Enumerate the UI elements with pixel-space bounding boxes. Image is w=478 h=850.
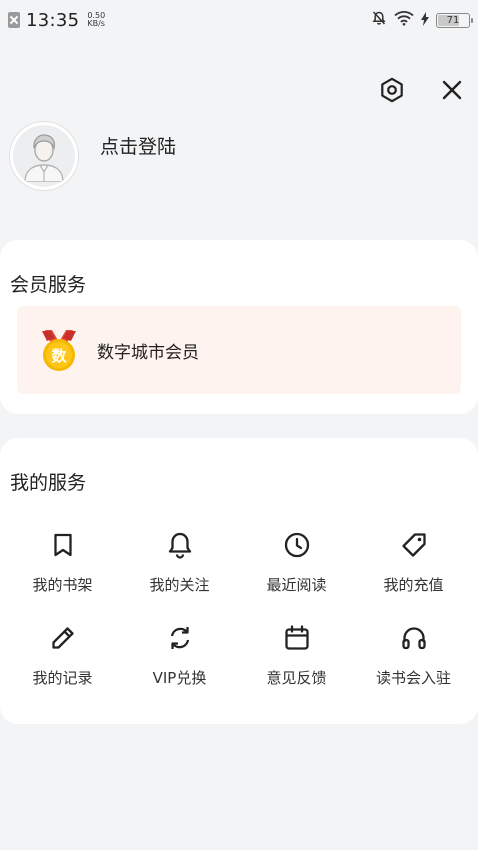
service-label: 我的记录 [32,669,93,687]
avatar[interactable] [10,122,78,190]
status-bar: 13:35 0.50 KB/s 71 [0,0,478,40]
status-bar-left: 13:35 0.50 KB/s [8,10,105,31]
bookmark-icon [48,530,78,560]
service-label: 读书会入驻 [375,669,451,687]
close-icon [442,80,462,100]
top-actions [376,74,468,106]
login-prompt[interactable]: 点击登陆 [100,132,176,159]
bell-icon [165,530,195,560]
service-label: 我的充值 [383,576,444,594]
service-label: 我的书架 [32,576,93,594]
vip-medal-icon: 数 [42,330,76,371]
service-label: 最近阅读 [266,576,327,594]
battery-icon: 71 [436,12,473,28]
user-avatar-icon [24,134,64,182]
profile-section[interactable]: 点击登陆 [10,122,176,190]
tag-icon [399,530,429,560]
service-item-follow[interactable]: 我的关注 [121,530,238,595]
calendar-icon [282,623,312,653]
service-label: 我的关注 [149,576,210,594]
service-item-book-club[interactable]: 读书会入驻 [355,623,472,688]
vip-badge-text: 数 [51,347,67,365]
settings-button[interactable] [376,74,408,106]
service-item-bookshelf[interactable]: 我的书架 [4,530,121,595]
network-speed-unit: KB/s [87,19,105,28]
services-card: 我的服务 我的书架 我的关注 最近阅读 我的充值 我的记录 VIP兑换 意见反馈… [0,438,478,724]
pencil-icon [48,623,78,653]
clock-icon [282,530,312,560]
close-button[interactable] [436,74,468,106]
refresh-icon [165,623,195,653]
settings-icon [381,77,403,103]
service-item-vip-exchange[interactable]: VIP兑换 [121,623,238,688]
headphones-icon [399,623,429,653]
network-speed: 0.50 KB/s [87,12,105,28]
service-label: 意见反馈 [266,669,327,687]
status-bar-right: 71 [371,10,473,30]
vip-banner[interactable]: 数 数字城市会员 [17,306,461,394]
notification-off-icon [371,10,387,30]
service-item-records[interactable]: 我的记录 [4,623,121,688]
app-notification-icon [8,12,20,28]
service-label: VIP兑换 [152,669,207,687]
service-item-recent-reading[interactable]: 最近阅读 [238,530,355,595]
services-section-title: 我的服务 [10,472,87,494]
vip-section-title: 会员服务 [10,274,87,296]
vip-banner-label: 数字城市会员 [97,342,199,363]
services-grid: 我的书架 我的关注 最近阅读 我的充值 我的记录 VIP兑换 意见反馈 读书会入… [0,530,478,688]
service-item-recharge[interactable]: 我的充值 [355,530,472,595]
vip-card: 会员服务 数 数字城市会员 [0,240,478,414]
status-time: 13:35 [26,9,80,31]
battery-level: 71 [446,14,460,26]
service-item-feedback[interactable]: 意见反馈 [238,623,355,688]
wifi-icon [394,10,414,30]
charging-icon [421,11,429,30]
